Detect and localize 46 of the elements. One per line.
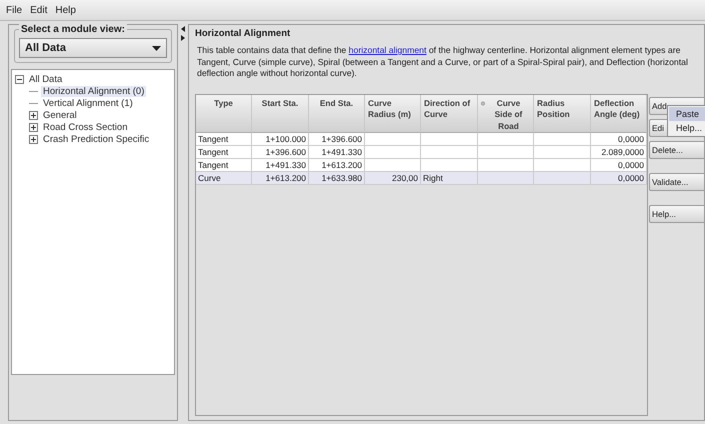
menu-item[interactable]: Help... (669, 120, 705, 134)
column-header[interactable]: Radius Position (534, 94, 591, 133)
column-header[interactable]: Start Sta. (252, 94, 309, 133)
menu-item[interactable]: Paste (669, 106, 705, 120)
action-button[interactable]: Help... (649, 204, 704, 222)
table-row[interactable]: Tangent 1+396.600 1+491.330 2.089,0000 (196, 146, 647, 158)
menu-item[interactable]: Edit (30, 4, 48, 16)
collapse-left-icon[interactable] (181, 26, 185, 32)
table-cell: 0,0000 (591, 172, 647, 184)
column-header[interactable]: Deflection Angle (deg) (591, 94, 647, 133)
section-title: Horizontal Alignment (195, 28, 292, 39)
tree-item[interactable]: General (41, 110, 79, 121)
table-row[interactable]: Tangent 1+491.330 1+613.200 0,0000 (196, 158, 647, 172)
plus-box-icon[interactable] (29, 123, 38, 132)
action-button[interactable]: Delete... (649, 140, 704, 158)
table-cell (534, 172, 591, 184)
dropdown-arrow-icon (152, 46, 161, 50)
table-row[interactable]: Curve 1+613.200 1+633.980 230,00 Right 0,0000 (196, 172, 647, 184)
tree-item[interactable]: Horizontal Alignment (0) (41, 86, 146, 97)
table-cell: Right (421, 172, 478, 184)
tree-item[interactable]: Crash Prediction Specific (41, 134, 152, 145)
expand-right-icon[interactable] (181, 35, 185, 41)
menu-item[interactable]: Help (55, 4, 76, 16)
table-row[interactable]: Tangent 1+100.000 1+396.600 0,0000 (196, 132, 647, 146)
action-button[interactable]: Validate... (649, 172, 704, 190)
tree-item[interactable]: All Data (27, 74, 64, 85)
group-title: Select a module view: (19, 24, 127, 35)
table-cell (478, 172, 534, 184)
column-header[interactable]: Direction of Curve (421, 94, 478, 133)
horizontal-alignment-link[interactable]: horizontal alignment (348, 45, 426, 55)
description-text: This table contains data that define the horizontal alignment of the highway centerline. Horizontal alignment element types are Tangent, Curve (simple curve), Spiral (between a Tangent and a Curve, or part of a Spiral-Spiral pair), and Deflection (horizontal deflection angle without horizontal curve). (197, 45, 689, 80)
tree-item[interactable]: Vertical Alignment (1) (41, 98, 135, 109)
plus-box-icon[interactable] (29, 135, 38, 144)
column-header[interactable]: End Sta. (309, 94, 365, 133)
menu-item[interactable]: File (6, 4, 22, 16)
column-header[interactable]: Curve Side of Road (478, 94, 534, 133)
minus-box-icon[interactable] (15, 75, 24, 84)
tree-item[interactable]: Road Cross Section (41, 122, 130, 133)
column-header[interactable]: Type (196, 94, 252, 133)
table-cell: 1+613.200 (252, 172, 309, 184)
table-cell: Curve (196, 172, 252, 184)
plus-box-icon[interactable] (29, 111, 38, 120)
module-dropdown[interactable]: All Data (19, 38, 167, 58)
table-cell: 1+633.980 (309, 172, 365, 184)
table-cell: 230,00 (365, 172, 421, 184)
column-header[interactable]: Curve Radius (m) (365, 94, 421, 133)
